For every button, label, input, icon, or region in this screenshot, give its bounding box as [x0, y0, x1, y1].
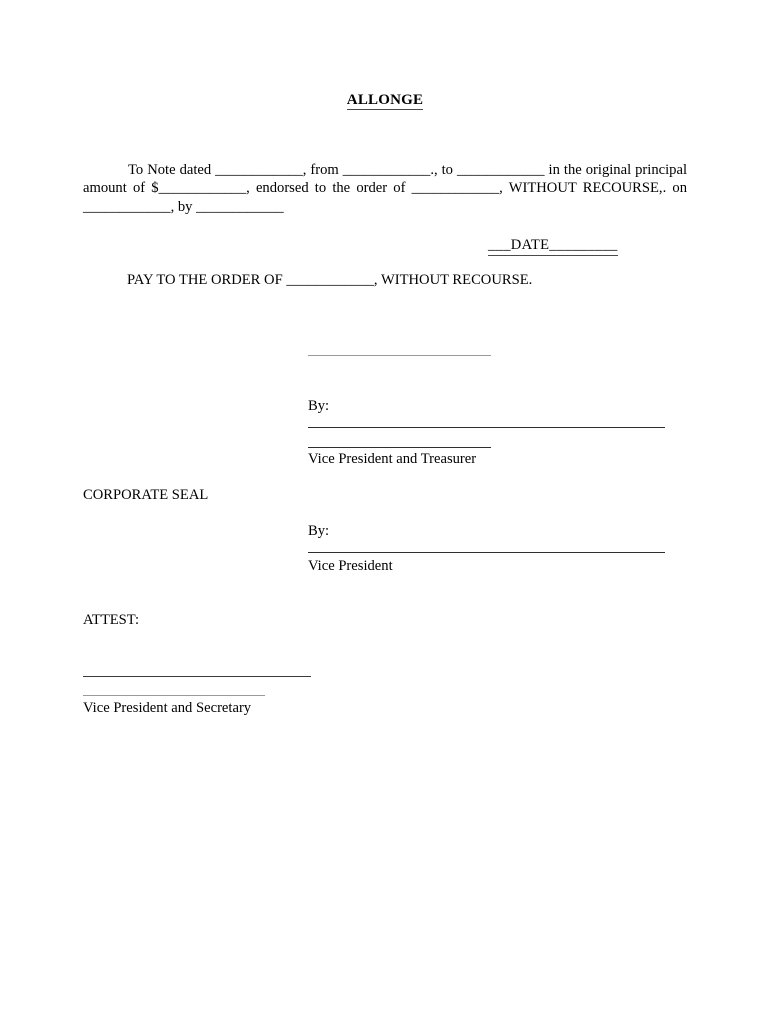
page-title: ALLONGE: [0, 92, 770, 110]
signer-title-vice-president: Vice President: [308, 558, 393, 574]
signature-rule-top: [308, 355, 491, 356]
pay-to-order-line: PAY TO THE ORDER OF ____________, WITHOU…: [127, 272, 533, 288]
document-page: ALLONGE To Note dated ____________, from…: [0, 0, 770, 1024]
date-field[interactable]: ___DATE_________: [488, 237, 618, 256]
signer-title-secretary: Vice President and Secretary: [83, 700, 252, 716]
signature-line-treasurer: [308, 427, 665, 428]
signature-title-rule-secretary: [83, 695, 265, 696]
corporate-seal-label: CORPORATE SEAL: [83, 487, 209, 503]
signature-title-rule-treasurer: [308, 447, 491, 448]
signature-line-vice-president: [308, 552, 665, 553]
page-title-text: ALLONGE: [346, 92, 424, 110]
signature-line-secretary: [83, 676, 311, 677]
by-label-vice-president: By:: [308, 523, 330, 539]
attest-label: ATTEST:: [83, 612, 140, 628]
signer-title-treasurer: Vice President and Treasurer: [308, 451, 477, 467]
by-label-treasurer: By:: [308, 398, 330, 414]
allonge-body-paragraph: To Note dated ____________, from _______…: [83, 161, 687, 215]
